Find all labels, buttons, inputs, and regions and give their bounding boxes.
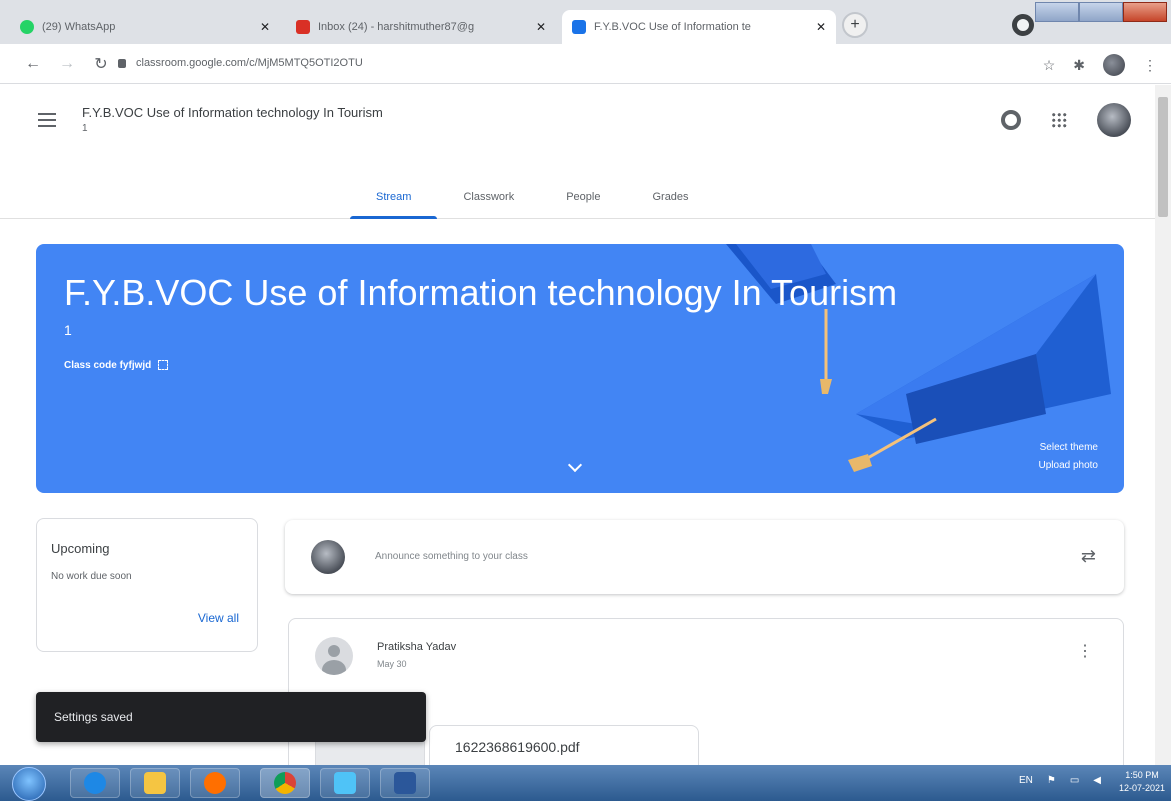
tab-stream[interactable]: Stream <box>350 175 438 219</box>
tab-people[interactable]: People <box>540 175 626 219</box>
system-tray: EN ⚑ ▭ ◀ <box>1019 775 1101 786</box>
class-code-value: fyfjwjd <box>119 360 152 371</box>
apps-grid-icon[interactable] <box>1051 112 1067 128</box>
banner-section: 1 <box>64 322 72 338</box>
upload-photo-link[interactable]: Upload photo <box>1039 460 1099 471</box>
announce-placeholder[interactable]: Announce something to your class <box>375 551 528 562</box>
clock-date: 12-07-2021 <box>1118 783 1165 793</box>
gear-icon[interactable] <box>1001 110 1021 130</box>
tab-classwork[interactable]: Classwork <box>437 175 540 219</box>
word-icon[interactable] <box>380 768 430 798</box>
reload-icon[interactable]: ↻ <box>88 54 114 74</box>
attachment-name[interactable]: 1622368619600.pdf <box>455 739 580 755</box>
avatar <box>311 540 345 574</box>
class-banner: F.Y.B.VOC Use of Information technology … <box>36 244 1124 493</box>
new-tab-button[interactable]: + <box>842 12 868 38</box>
close-icon[interactable]: ✕ <box>536 20 546 34</box>
announce-box[interactable]: Announce something to your class ⇄ <box>285 520 1124 594</box>
star-icon[interactable]: ☆ <box>1043 57 1056 74</box>
extensions-icon[interactable]: ✱ <box>1073 57 1085 74</box>
chrome-avatar[interactable] <box>1103 54 1125 76</box>
address-bar: ← → ↻ classroom.google.com/c/MjM5MTQ5OTI… <box>0 44 1171 84</box>
post-author: Pratiksha Yadav <box>377 641 457 653</box>
repost-icon[interactable]: ⇄ <box>1081 546 1096 567</box>
view-all-link[interactable]: View all <box>198 611 239 625</box>
back-icon[interactable]: ← <box>20 55 46 73</box>
classroom-header: F.Y.B.VOC Use of Information technology … <box>0 85 1155 219</box>
minimize-button[interactable] <box>1035 2 1079 22</box>
url-field[interactable]: classroom.google.com/c/MjM5MTQ5OTI2OTU <box>118 50 978 76</box>
snackbar: Settings saved <box>36 692 426 742</box>
upcoming-subtitle: No work due soon <box>51 571 132 582</box>
class-section: 1 <box>82 123 88 134</box>
lock-icon <box>118 58 126 68</box>
avatar[interactable] <box>1097 103 1131 137</box>
class-code: Class code fyfjwjd <box>64 360 169 371</box>
classroom-icon <box>572 20 586 34</box>
post-date: May 30 <box>377 659 407 669</box>
close-icon[interactable]: ✕ <box>260 20 270 34</box>
tab-title: F.Y.B.VOC Use of Information te <box>594 21 751 33</box>
close-window-button[interactable] <box>1123 2 1167 22</box>
class-title[interactable]: F.Y.B.VOC Use of Information technology … <box>82 105 383 120</box>
language-indicator[interactable]: EN <box>1019 775 1033 786</box>
browser-tab-whatsapp[interactable]: (29) WhatsApp ✕ <box>10 10 280 44</box>
banner-title: F.Y.B.VOC Use of Information technology … <box>64 272 898 313</box>
vertical-scrollbar[interactable] <box>1155 85 1171 765</box>
chrome-icon[interactable] <box>260 768 310 798</box>
hamburger-menu-icon[interactable] <box>38 113 56 131</box>
browser-profile-icon[interactable] <box>1012 14 1034 36</box>
media-player-icon[interactable] <box>190 768 240 798</box>
class-tabs: Stream Classwork People Grades <box>350 175 715 219</box>
menu-icon[interactable]: ⋮ <box>1143 57 1157 74</box>
url-text: classroom.google.com/c/MjM5MTQ5OTI2OTU <box>136 57 363 69</box>
browser-tab-classroom[interactable]: F.Y.B.VOC Use of Information te ✕ <box>562 10 836 44</box>
scrollbar-thumb[interactable] <box>1158 97 1168 217</box>
network-icon[interactable]: ▭ <box>1070 775 1079 786</box>
snackbar-message: Settings saved <box>54 710 133 724</box>
clock[interactable]: 1:50 PM 12-07-2021 <box>1119 769 1165 795</box>
maximize-button[interactable] <box>1079 2 1123 22</box>
upcoming-title: Upcoming <box>51 541 110 556</box>
volume-icon[interactable]: ◀ <box>1093 775 1101 786</box>
select-theme-link[interactable]: Select theme <box>1040 442 1098 453</box>
gmail-icon <box>296 20 310 34</box>
network-app-icon[interactable] <box>320 768 370 798</box>
upcoming-card: Upcoming No work due soon View all <box>36 518 258 652</box>
tab-title: Inbox (24) - harshitmuther87@g <box>318 21 475 33</box>
tab-grades[interactable]: Grades <box>626 175 714 219</box>
more-options-icon[interactable]: ⋮ <box>1077 641 1093 661</box>
forward-icon[interactable]: → <box>54 55 80 73</box>
user-avatar-icon <box>315 637 353 675</box>
start-button[interactable] <box>12 767 46 801</box>
windows-taskbar: EN ⚑ ▭ ◀ 1:50 PM 12-07-2021 <box>0 765 1171 801</box>
whatsapp-icon <box>20 20 34 34</box>
clock-time: 1:50 PM <box>1125 770 1159 780</box>
browser-tab-gmail[interactable]: Inbox (24) - harshitmuther87@g ✕ <box>286 10 556 44</box>
ie-icon[interactable] <box>70 768 120 798</box>
browser-tab-bar: (29) WhatsApp ✕ Inbox (24) - harshitmuth… <box>0 0 1171 44</box>
flag-icon[interactable]: ⚑ <box>1047 775 1056 786</box>
window-controls <box>1035 2 1167 22</box>
class-code-label: Class code <box>64 360 117 371</box>
tab-title: (29) WhatsApp <box>42 21 116 33</box>
fullscreen-icon[interactable] <box>158 360 169 371</box>
folder-icon[interactable] <box>130 768 180 798</box>
close-icon[interactable]: ✕ <box>816 20 826 34</box>
